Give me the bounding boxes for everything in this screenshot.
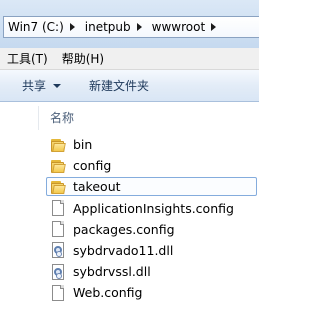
config-file-icon [50, 200, 66, 217]
breadcrumb[interactable]: Win7 (C:) inetpub wwwroot [3, 16, 259, 38]
new-folder-button[interactable]: 新建文件夹 [69, 77, 157, 94]
column-header-label: 名称 [50, 110, 75, 125]
folder-icon [50, 179, 66, 195]
address-bar: Win7 (C:) inetpub wwwroot [0, 0, 259, 48]
config-file-icon [50, 221, 66, 238]
new-folder-label: 新建文件夹 [89, 79, 150, 93]
item-name: ApplicationInsights.config [73, 200, 234, 216]
breadcrumb-label: Win7 (C:) [8, 20, 64, 34]
chevron-right-icon[interactable] [136, 23, 142, 31]
item-name: config [73, 158, 112, 174]
command-bar: 共享 新建文件夹 [0, 70, 259, 102]
dll-file-icon [50, 242, 66, 259]
list-item-file[interactable]: packages.config [44, 219, 259, 240]
chevron-down-icon [53, 83, 62, 88]
file-list: bin config takeout ApplicationInsights.c… [44, 134, 259, 304]
menu-help[interactable]: 帮助(H) [55, 50, 111, 67]
list-item-file[interactable]: ApplicationInsights.config [44, 198, 259, 219]
chevron-right-icon[interactable] [211, 23, 217, 31]
breadcrumb-label: wwwroot [151, 20, 206, 34]
explorer-window: Win7 (C:) inetpub wwwroot 工具(T) 帮助(H) 共享… [0, 0, 259, 311]
menu-bar: 工具(T) 帮助(H) [0, 48, 259, 70]
share-button[interactable]: 共享 [0, 77, 69, 94]
folder-icon [50, 137, 66, 153]
list-item-file[interactable]: Web.config [44, 282, 259, 303]
item-name: takeout [73, 179, 121, 195]
item-name: sybdrvado11.dll [73, 242, 174, 258]
dll-file-icon [50, 263, 66, 280]
list-item-folder-selected[interactable]: takeout [44, 176, 259, 197]
list-item-file[interactable]: sybdrvado11.dll [44, 240, 259, 261]
chevron-right-icon[interactable] [69, 23, 75, 31]
folder-icon [50, 158, 66, 174]
item-name: packages.config [73, 221, 175, 237]
list-item-folder[interactable]: bin [44, 134, 259, 155]
column-separator [38, 106, 39, 130]
breadcrumb-item-inetpub[interactable]: inetpub [81, 20, 148, 34]
share-label: 共享 [22, 79, 47, 93]
breadcrumb-item-drive[interactable]: Win7 (C:) [4, 20, 81, 34]
list-item-file[interactable]: sybdrvssl.dll [44, 261, 259, 282]
column-header-name[interactable]: 名称 [38, 106, 259, 130]
list-item-folder[interactable]: config [44, 155, 259, 176]
config-file-icon [50, 284, 66, 301]
breadcrumb-label: inetpub [84, 20, 131, 34]
breadcrumb-item-wwwroot[interactable]: wwwroot [148, 20, 223, 34]
item-name: Web.config [73, 285, 143, 301]
item-name: bin [73, 137, 93, 152]
menu-tools[interactable]: 工具(T) [0, 50, 55, 67]
item-name: sybdrvssl.dll [73, 264, 151, 280]
